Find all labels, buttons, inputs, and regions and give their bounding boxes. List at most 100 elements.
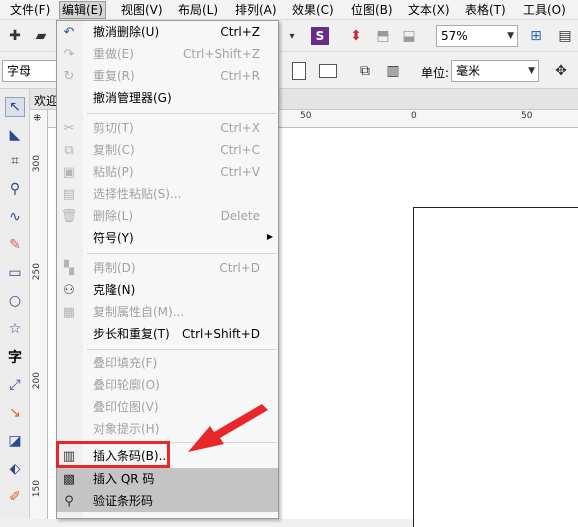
menu-tools[interactable]: 工具(O) — [521, 2, 568, 18]
crop-tool-icon[interactable]: ⌗ — [5, 151, 25, 171]
font-field[interactable]: 字母 — [2, 60, 58, 82]
menu-item-undo[interactable]: ↶ 撤消删除(U) Ctrl+Z — [57, 21, 278, 43]
menu-effects[interactable]: 效果(C) — [290, 2, 336, 18]
menu-bitmaps[interactable]: 位图(B) — [349, 2, 395, 18]
menu-item-overprint-outline[interactable]: 叠印轮廓(O) — [57, 374, 278, 396]
tab-welcome[interactable]: 欢迎 — [34, 92, 58, 109]
menu-item-copy[interactable]: ⧉ 复制(C) Ctrl+C — [57, 139, 278, 161]
clone-icon: ⚇ — [63, 282, 75, 298]
chevron-down-icon: ▼ — [507, 31, 514, 41]
menu-item-label: 重做(E) — [93, 47, 134, 61]
menu-item-shortcut: Ctrl+Shift+Z — [183, 47, 260, 61]
menu-table[interactable]: 表格(T) — [463, 2, 508, 18]
redo-icon: ↷ — [63, 46, 75, 62]
export-icon[interactable]: ⬍ — [347, 27, 365, 45]
document-page[interactable] — [413, 207, 578, 527]
menu-item-paste-special[interactable]: ▤ 选择性粘贴(S)... — [57, 183, 278, 205]
menu-item-undo-manager[interactable]: 撤消管理器(G) — [57, 87, 278, 109]
shape-tool-icon[interactable]: ◣ — [5, 125, 25, 145]
menu-item-label: 插入 QR 码 — [93, 472, 155, 486]
pick-tool-icon[interactable]: ↖ — [5, 97, 25, 117]
menu-item-insert-qr-code[interactable]: ▩ 插入 QR 码 — [57, 468, 278, 490]
menu-item-copy-properties[interactable]: ▦ 复制属性自(M)... — [57, 301, 278, 323]
zoom-tool-icon[interactable]: ⚲ — [5, 179, 25, 199]
menu-item-repeat[interactable]: ↻ 重复(R) Ctrl+R — [57, 65, 278, 87]
unit-value: 毫米 — [456, 64, 481, 78]
polygon-tool-icon[interactable]: ☆ — [5, 319, 25, 339]
toolbox: ↖ ◣ ⌗ ⚲ ∿ ✎ ▭ ○ ☆ 字 ⤢ ↘ ◪ ⬖ ✐ — [0, 89, 30, 519]
menu-item-clone[interactable]: ⚇ 克隆(N) — [57, 279, 278, 301]
menu-text[interactable]: 文本(X) — [406, 2, 452, 18]
toolbar-dropdown-icon[interactable]: ▾ — [283, 27, 301, 45]
menu-item-shortcut: Ctrl+R — [220, 69, 260, 83]
menu-edit[interactable]: 编辑(E) — [59, 1, 106, 19]
cut-icon: ✂ — [63, 120, 75, 136]
current-page-icon[interactable]: ▥ — [384, 62, 402, 80]
menu-item-shortcut: Delete — [220, 209, 260, 223]
menu-item-duplicate[interactable]: ▚ 再制(D) Ctrl+D — [57, 257, 278, 279]
all-pages-icon[interactable]: ⧉ — [356, 62, 374, 80]
connector-tool-icon[interactable]: ↘ — [5, 403, 25, 423]
menu-item-symbol[interactable]: 符号(Y) ▶ — [57, 227, 278, 249]
open-folder-icon[interactable]: ▰ — [32, 27, 50, 45]
menu-bar: 文件(F) 编辑(E) 视图(V) 布局(L) 排列(A) 效果(C) 位图(B… — [0, 0, 578, 20]
menu-item-cut[interactable]: ✂ 剪切(T) Ctrl+X — [57, 117, 278, 139]
ruler-tick-label: 200 — [32, 372, 42, 390]
ellipse-tool-icon[interactable]: ○ — [5, 291, 25, 311]
ruler-tick-label: 50 — [300, 111, 312, 121]
menu-item-overprint-fill[interactable]: 叠印填充(F) — [57, 352, 278, 374]
menu-item-label: 撤消删除(U) — [93, 25, 160, 39]
rectangle-tool-icon[interactable]: ▭ — [5, 263, 25, 283]
artistic-media-icon[interactable]: ✎ — [5, 235, 25, 255]
vertical-ruler[interactable]: 300 250 200 150 — [30, 110, 48, 519]
new-document-icon[interactable]: ✚ — [6, 27, 24, 45]
menu-item-delete[interactable]: 🗑 删除(L) Delete — [57, 205, 278, 227]
full-screen-icon[interactable]: ⊞ — [527, 27, 545, 45]
menu-item-paste[interactable]: ▣ 粘贴(P) Ctrl+V — [57, 161, 278, 183]
menu-item-label: 复制属性自(M)... — [93, 305, 185, 319]
menu-item-label: 符号(Y) — [93, 231, 134, 245]
transparency-icon[interactable]: ⬖ — [5, 459, 25, 479]
paste-special-icon: ▤ — [62, 186, 76, 202]
parallel-dimension-icon[interactable]: ⤢ — [5, 375, 25, 395]
unit-combo[interactable]: 毫米 ▼ — [451, 60, 539, 82]
menu-item-validate-barcode[interactable]: ⚲ 验证条形码 — [57, 490, 278, 512]
menu-item-label: 验证条形码 — [93, 494, 154, 508]
zoom-level-combo[interactable]: 57% ▼ — [436, 25, 518, 47]
ruler-origin-icon[interactable]: ⁜ — [33, 113, 41, 124]
nudge-icon[interactable]: ✥ — [552, 62, 570, 80]
drop-shadow-icon[interactable]: ◪ — [5, 431, 25, 451]
repeat-icon: ↻ — [63, 68, 75, 84]
menu-item-shortcut: Ctrl+Shift+D — [182, 327, 260, 341]
menu-item-redo[interactable]: ↷ 重做(E) Ctrl+Shift+Z — [57, 43, 278, 65]
menu-item-shortcut: Ctrl+V — [220, 165, 260, 179]
menu-item-label: 选择性粘贴(S)... — [93, 187, 182, 201]
publish-icon[interactable]: ⬓ — [400, 27, 418, 45]
delete-icon: 🗑 — [60, 208, 78, 224]
options-icon[interactable]: ▤ — [556, 27, 574, 45]
menu-layout[interactable]: 布局(L) — [176, 2, 220, 18]
copy-icon: ⧉ — [64, 142, 74, 158]
portrait-icon[interactable] — [292, 62, 306, 80]
menu-item-label: 剪切(T) — [93, 121, 134, 135]
menu-file[interactable]: 文件(F) — [8, 2, 52, 18]
menu-separator — [87, 113, 276, 114]
validate-barcode-icon: ⚲ — [64, 493, 74, 509]
undo-icon: ↶ — [63, 24, 75, 40]
freehand-tool-icon[interactable]: ∿ — [5, 207, 25, 227]
unit-label: 单位: — [421, 66, 450, 80]
menu-item-label: 叠印填充(F) — [93, 356, 158, 370]
eyedropper-icon[interactable]: ✐ — [5, 487, 25, 507]
import-icon[interactable]: ⬒ — [374, 27, 392, 45]
ruler-tick-label: 300 — [32, 155, 42, 173]
app-launcher-icon[interactable]: S — [311, 27, 329, 45]
menu-item-label: 撤消管理器(G) — [93, 91, 172, 105]
menu-item-shortcut: Ctrl+Z — [220, 25, 260, 39]
menu-arrange[interactable]: 排列(A) — [233, 2, 279, 18]
menu-item-label: 克隆(N) — [93, 283, 136, 297]
text-tool-icon[interactable]: 字 — [5, 347, 25, 367]
menu-view[interactable]: 视图(V) — [119, 2, 165, 18]
paste-icon: ▣ — [62, 164, 76, 180]
menu-item-step-and-repeat[interactable]: 步长和重复(T) Ctrl+Shift+D — [57, 323, 278, 345]
landscape-icon[interactable] — [319, 64, 337, 78]
